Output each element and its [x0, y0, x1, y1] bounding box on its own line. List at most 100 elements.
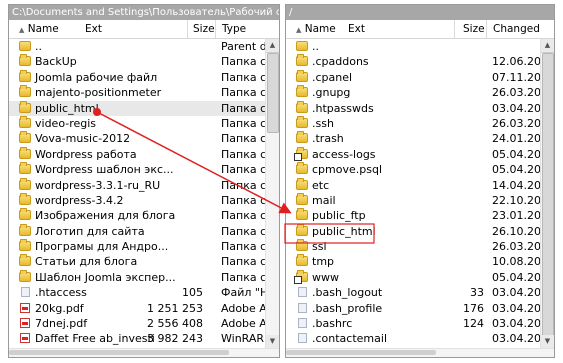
right-hscroll-thumb[interactable] — [286, 350, 436, 355]
file-row[interactable]: Wordpress работа Папка с ф — [9, 146, 265, 162]
file-row[interactable]: .bash_profile 176 03.04.2012 — [286, 301, 554, 316]
file-type: Папка с ф — [221, 163, 265, 177]
link-badge-icon — [294, 275, 302, 284]
right-col-name[interactable]: ▲ Name — [296, 23, 336, 35]
column-separator[interactable] — [187, 20, 188, 38]
left-file-panel[interactable]: C:\Documents and Settings\Пользователь\Р… — [8, 4, 280, 358]
left-hscroll-thumb[interactable] — [9, 350, 229, 355]
file-row[interactable]: Joomla рабочие файл Папка с ф — [9, 69, 265, 85]
left-col-ext[interactable]: Ext — [85, 23, 102, 35]
folder-icon — [296, 131, 308, 144]
file-row[interactable]: .bash_logout 33 03.04.2012 — [286, 285, 554, 300]
column-separator[interactable] — [215, 20, 216, 38]
left-path-bar[interactable]: C:\Documents and Settings\Пользователь\Р… — [9, 5, 279, 20]
folder-link-icon — [294, 269, 308, 284]
left-col-type[interactable]: Type — [222, 23, 246, 35]
left-col-size[interactable]: Size — [193, 23, 215, 35]
file-row[interactable]: Wordpress шаблон экс... Папка с ф — [9, 162, 265, 177]
file-row[interactable]: BackUp Папка с ф — [9, 54, 265, 69]
left-column-header: ▲ Name Ext Size Type — [9, 20, 279, 39]
folder-icon — [19, 162, 31, 175]
file-row[interactable]: public_html 26.10.2012 — [286, 223, 554, 239]
file-row[interactable]: public_html Папка с ф — [9, 100, 265, 116]
file-row[interactable]: tmp 10.08.2012 — [286, 254, 554, 269]
file-row[interactable]: Vova-music-2012 Папка с ф — [9, 131, 265, 146]
file-type: WinRAR ar — [221, 332, 265, 346]
file-name: .cpanel — [312, 70, 353, 84]
right-file-panel[interactable]: / ▲ Name Ext Size Changed .. .cpaddons 12.… — [285, 4, 555, 358]
left-scroll-thumb[interactable] — [267, 53, 279, 133]
file-row[interactable]: .cpaddons 12.06.2012 — [286, 54, 554, 69]
file-row[interactable]: Шаблон Joomla экспер... Папка с ф — [9, 269, 265, 285]
folder-icon — [296, 239, 308, 252]
file-row[interactable]: etc 14.04.2012 — [286, 177, 554, 193]
file-type: Папка с ф — [221, 193, 265, 207]
left-col-name[interactable]: ▲ Name — [19, 23, 59, 35]
left-file-list: ..Parent direBackUpПапка с фJoomla рабоч… — [9, 39, 265, 357]
right-horizontal-scrollbar[interactable] — [286, 348, 554, 357]
file-row[interactable]: Изображения для блога Папка с ф — [9, 208, 265, 223]
file-row[interactable]: majento-positionmeter Папка с ф — [9, 85, 265, 100]
right-col-ext[interactable]: Ext — [348, 23, 365, 35]
file-row[interactable]: .ssh 26.03.2012 — [286, 115, 554, 131]
file-row[interactable]: Статьи для блога Папка с ф — [9, 254, 265, 269]
right-scroll-thumb[interactable] — [542, 53, 554, 341]
file-row[interactable]: Логотип для сайта Папка с ф — [9, 223, 265, 239]
right-col-changed[interactable]: Changed — [493, 23, 540, 35]
file-name: .bash_profile — [312, 301, 383, 315]
file-type: Папка с ф — [221, 270, 265, 284]
file-row[interactable]: .cpanel 07.11.2012 — [286, 69, 554, 85]
file-size: 176 — [463, 301, 484, 315]
file-row[interactable]: 20kg.pdf 1 251 253 Adobe Acr — [9, 301, 265, 316]
file-row[interactable]: Daffet Free ab_investi3 982 243 WinRAR ar — [9, 331, 265, 346]
file-size: 3 982 243 — [147, 332, 203, 346]
scroll-up-icon[interactable]: ▲ — [541, 39, 554, 53]
up-folder-icon — [19, 41, 31, 51]
file-row[interactable]: .htpasswds 03.04.2012 — [286, 100, 554, 116]
file-row[interactable]: .gnupg 26.03.2012 — [286, 85, 554, 100]
scroll-down-icon[interactable]: ▼ — [541, 335, 554, 349]
right-vertical-scrollbar[interactable]: ▲ ▼ — [540, 39, 554, 357]
file-name: Логотип для сайта — [35, 224, 145, 238]
folder-icon — [296, 254, 308, 267]
file-name: tmp — [312, 255, 335, 269]
left-horizontal-scrollbar[interactable] — [9, 348, 279, 357]
column-separator[interactable] — [454, 20, 455, 38]
file-row[interactable]: 7dnej.pdf 2 556 408 Adobe Acr — [9, 316, 265, 331]
file-type: Папка с ф — [221, 224, 265, 238]
file-row[interactable]: .. Parent dire — [9, 39, 265, 54]
file-size: 33 — [470, 286, 484, 300]
folder-link-icon — [294, 146, 308, 161]
file-row[interactable]: access-logs 05.04.2012 — [286, 146, 554, 162]
file-row[interactable]: cpmove.psql 05.04.2012 — [286, 162, 554, 177]
folder-icon — [19, 146, 31, 159]
file-type: Папка с ф — [221, 55, 265, 69]
file-type: Папка с ф — [221, 86, 265, 100]
file-row[interactable]: .. — [286, 39, 540, 54]
folder-icon — [296, 100, 308, 113]
scroll-up-icon[interactable]: ▲ — [266, 39, 279, 53]
file-row[interactable]: Програмы для Андро... Папка с ф — [9, 239, 265, 254]
right-path-bar[interactable]: / — [286, 5, 554, 20]
file-name: Wordpress работа — [35, 147, 137, 161]
file-row[interactable]: wordpress-3.4.2 Папка с ф — [9, 192, 265, 208]
scroll-down-icon[interactable]: ▼ — [266, 335, 279, 349]
file-row[interactable]: .contactemail 03.04.2012 — [286, 331, 554, 346]
file-row[interactable]: mail 22.10.2012 — [286, 192, 554, 208]
folder-icon — [296, 85, 308, 98]
file-row[interactable]: ssl 26.03.2012 — [286, 239, 554, 254]
file-row[interactable]: .bashrc 124 03.04.2012 — [286, 316, 554, 331]
right-col-size[interactable]: Size — [463, 23, 485, 35]
left-vertical-scrollbar[interactable]: ▲ ▼ — [265, 39, 279, 357]
file-row[interactable]: www 05.04.2012 — [286, 269, 554, 285]
file-row[interactable]: .htaccess 105 Файл "HTA — [9, 285, 265, 300]
file-name: mail — [312, 193, 336, 207]
file-size: 2 556 408 — [147, 317, 203, 331]
file-row[interactable]: .trash 24.01.2012 — [286, 131, 554, 146]
column-separator[interactable] — [486, 20, 487, 38]
file-name: .cpaddons — [312, 55, 369, 69]
pdf-icon — [20, 302, 30, 313]
file-row[interactable]: public_ftp 23.01.2012 — [286, 208, 554, 223]
file-row[interactable]: video-regis Папка с ф — [9, 115, 265, 131]
file-row[interactable]: wordpress-3.3.1-ru_RU Папка с ф — [9, 177, 265, 193]
